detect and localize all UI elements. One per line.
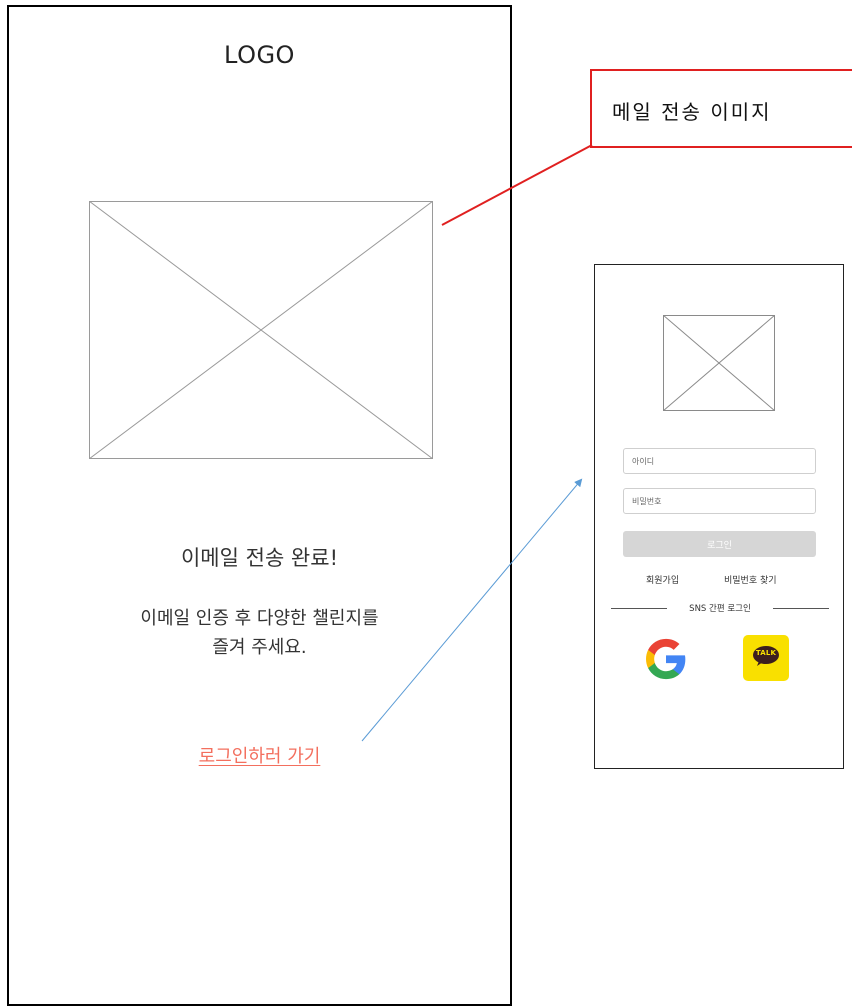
find-password-link[interactable]: 비밀번호 찾기	[724, 573, 777, 586]
mail-image-callout: 메일 전송 이미지	[590, 69, 852, 148]
callout-label: 메일 전송 이미지	[612, 100, 772, 124]
divider-line	[773, 608, 829, 609]
description-line: 이메일 인증 후 다양한 챌린지를	[140, 608, 379, 629]
signup-link[interactable]: 회원가입	[646, 573, 679, 586]
email-sent-title: 이메일 전송 완료!	[180, 546, 338, 570]
email-sent-screen: LOGO 이메일 전송 완료! 이메일 인증 후 다양한 챌린지를 즐겨 주세요…	[7, 5, 512, 1006]
go-to-login-link[interactable]: 로그인하러 가기	[9, 742, 510, 768]
description-line: 즐겨 주세요.	[212, 637, 307, 658]
login-image-placeholder-icon	[663, 315, 775, 411]
email-sent-description: 이메일 인증 후 다양한 챌린지를 즐겨 주세요.	[9, 604, 510, 662]
mail-image-placeholder-icon	[89, 201, 433, 459]
kakao-login-button[interactable]: TALK	[743, 635, 789, 681]
id-input[interactable]	[623, 448, 816, 474]
login-button[interactable]: 로그인	[623, 531, 816, 557]
logo: LOGO	[224, 41, 295, 69]
login-screen: 로그인 회원가입 비밀번호 찾기 SNS 간편 로그인 TALK	[594, 264, 844, 769]
password-input[interactable]	[623, 488, 816, 514]
google-icon[interactable]	[644, 637, 688, 681]
account-links: 회원가입 비밀번호 찾기	[595, 573, 843, 587]
sns-login-divider: SNS 간편 로그인	[611, 602, 829, 614]
kakao-talk-label: TALK	[755, 649, 777, 657]
